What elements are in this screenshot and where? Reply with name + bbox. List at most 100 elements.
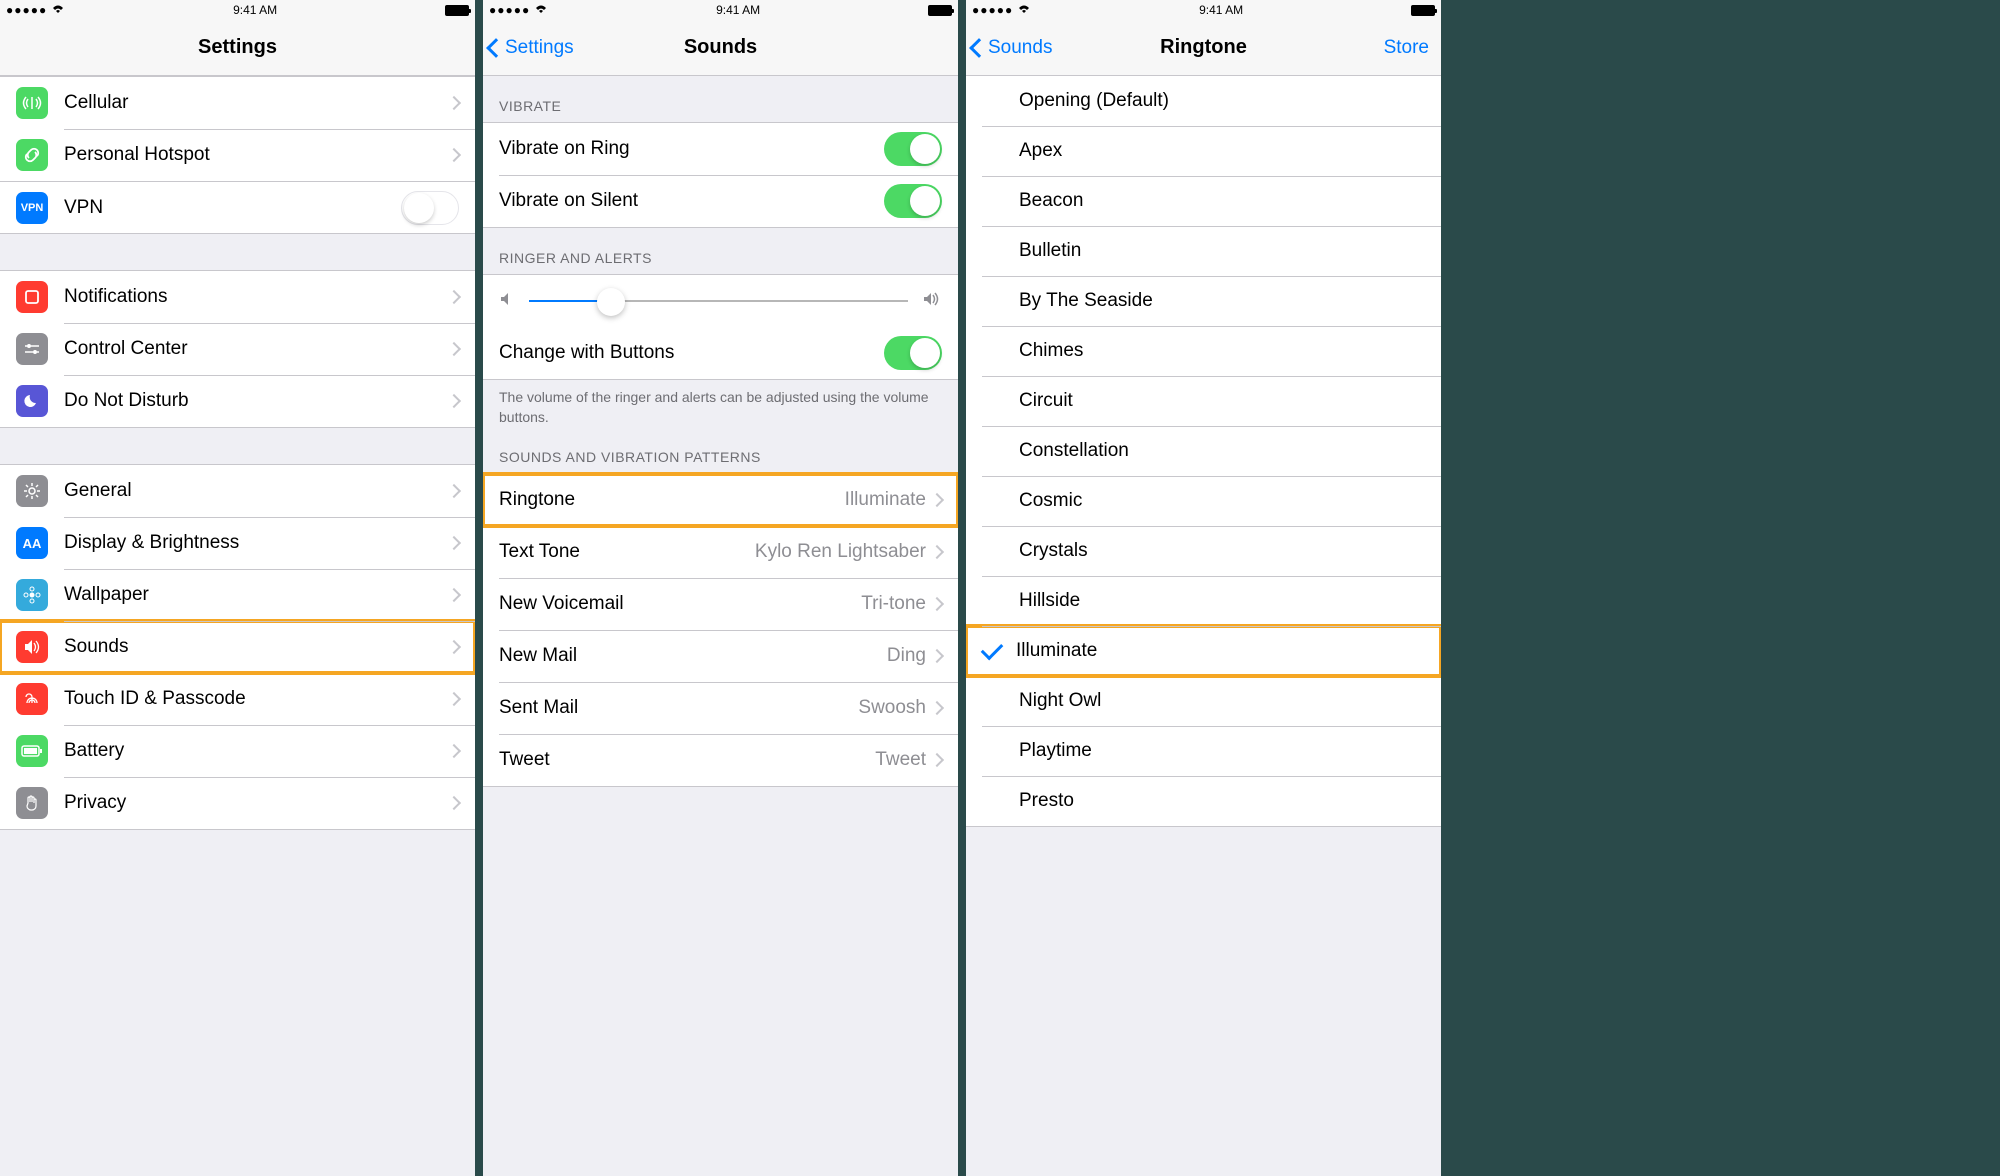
chevron-right-icon xyxy=(447,588,461,602)
signal-dots-icon: ●●●●● xyxy=(6,3,47,17)
finger-icon xyxy=(16,683,48,715)
gear-icon xyxy=(16,475,48,507)
row-label: Control Center xyxy=(64,338,449,360)
ringtone-label: Presto xyxy=(1019,790,1425,812)
volume-slider[interactable] xyxy=(529,286,908,316)
ringtone-label: Circuit xyxy=(1019,390,1425,412)
section-ringer: RINGER AND ALERTS xyxy=(483,228,958,274)
ringer-footer: The volume of the ringer and alerts can … xyxy=(483,380,958,439)
row-label: Vibrate on Ring xyxy=(499,138,884,160)
settings-row-notifications[interactable]: Notifications xyxy=(0,271,475,323)
ringtone-row-chimes[interactable]: Chimes xyxy=(966,326,1441,376)
battery-icon xyxy=(928,5,952,16)
sound-row-sent-mail[interactable]: Sent MailSwoosh xyxy=(483,682,958,734)
nav-bar: Sounds Ringtone Store xyxy=(966,20,1441,76)
settings-row-touch-id-passcode[interactable]: Touch ID & Passcode xyxy=(0,673,475,725)
settings-row-personal-hotspot[interactable]: Personal Hotspot xyxy=(0,129,475,181)
status-time: 9:41 AM xyxy=(716,3,760,17)
sound-row-new-mail[interactable]: New MailDing xyxy=(483,630,958,682)
ringtone-label: Opening (Default) xyxy=(1019,90,1425,112)
vpn-icon: VPN xyxy=(16,192,48,224)
chevron-right-icon xyxy=(447,796,461,810)
chevron-right-icon xyxy=(930,545,944,559)
signal-dots-icon: ●●●●● xyxy=(972,3,1013,17)
row-label: New Voicemail xyxy=(499,593,861,615)
back-button[interactable]: Settings xyxy=(489,37,574,59)
settings-row-wallpaper[interactable]: Wallpaper xyxy=(0,569,475,621)
square-icon xyxy=(16,281,48,313)
store-button[interactable]: Store xyxy=(1384,37,1429,59)
row-label: Text Tone xyxy=(499,541,755,563)
ringtone-row-by-the-seaside[interactable]: By The Seaside xyxy=(966,276,1441,326)
change-with-buttons-row[interactable]: Change with Buttons xyxy=(483,327,958,379)
vpn-toggle[interactable] xyxy=(401,191,459,225)
sound-row-new-voicemail[interactable]: New VoicemailTri-tone xyxy=(483,578,958,630)
vibrate-on-ring-row[interactable]: Vibrate on Ring xyxy=(483,123,958,175)
settings-row-sounds[interactable]: Sounds xyxy=(0,621,475,673)
ringtone-row-playtime[interactable]: Playtime xyxy=(966,726,1441,776)
chevron-right-icon xyxy=(447,394,461,408)
section-vibrate: VIBRATE xyxy=(483,76,958,122)
back-button[interactable]: Sounds xyxy=(972,37,1052,59)
chevron-right-icon xyxy=(447,744,461,758)
vpn-label: VPN xyxy=(64,197,401,219)
battery-icon xyxy=(445,5,469,16)
row-label: General xyxy=(64,480,449,502)
ringtone-screen: ●●●●● 9:41 AM Sounds Ringtone Store Open… xyxy=(966,0,1441,1176)
vibrate-on-ring-toggle[interactable] xyxy=(884,132,942,166)
ringtone-row-bulletin[interactable]: Bulletin xyxy=(966,226,1441,276)
chevron-right-icon xyxy=(447,148,461,162)
settings-row-cellular[interactable]: Cellular xyxy=(0,77,475,129)
status-bar: ●●●●● 9:41 AM xyxy=(966,0,1441,20)
chevron-left-icon xyxy=(969,38,989,58)
nav-title: Ringtone xyxy=(1160,36,1247,59)
ringtone-row-opening-default-[interactable]: Opening (Default) xyxy=(966,76,1441,126)
vibrate-on-silent-toggle[interactable] xyxy=(884,184,942,218)
ringtone-row-hillside[interactable]: Hillside xyxy=(966,576,1441,626)
change-with-buttons-toggle[interactable] xyxy=(884,336,942,370)
wifi-icon xyxy=(534,3,548,17)
wifi-icon xyxy=(51,3,65,17)
row-value: Tri-tone xyxy=(861,593,926,615)
battery-icon xyxy=(16,735,48,767)
status-bar: ●●●●● 9:41 AM xyxy=(483,0,958,20)
back-label: Settings xyxy=(505,37,574,59)
chevron-right-icon xyxy=(930,701,944,715)
row-label: Cellular xyxy=(64,92,449,114)
ringtone-row-apex[interactable]: Apex xyxy=(966,126,1441,176)
row-label: Vibrate on Silent xyxy=(499,190,884,212)
row-label: Tweet xyxy=(499,749,875,771)
row-label: Battery xyxy=(64,740,449,762)
ringtone-row-circuit[interactable]: Circuit xyxy=(966,376,1441,426)
hand-icon xyxy=(16,787,48,819)
ringtone-row-constellation[interactable]: Constellation xyxy=(966,426,1441,476)
settings-row-display-brightness[interactable]: AADisplay & Brightness xyxy=(0,517,475,569)
ringtone-label: Chimes xyxy=(1019,340,1425,362)
signal-dots-icon: ●●●●● xyxy=(489,3,530,17)
settings-row-general[interactable]: General xyxy=(0,465,475,517)
settings-row-battery[interactable]: Battery xyxy=(0,725,475,777)
ringtone-row-crystals[interactable]: Crystals xyxy=(966,526,1441,576)
ringtone-row-presto[interactable]: Presto xyxy=(966,776,1441,826)
status-time: 9:41 AM xyxy=(233,3,277,17)
vibrate-on-silent-row[interactable]: Vibrate on Silent xyxy=(483,175,958,227)
chevron-right-icon xyxy=(930,493,944,507)
sound-row-text-tone[interactable]: Text ToneKylo Ren Lightsaber xyxy=(483,526,958,578)
settings-row-privacy[interactable]: Privacy xyxy=(0,777,475,829)
vpn-row[interactable]: VPN VPN xyxy=(0,182,475,234)
ringtone-row-illuminate[interactable]: Illuminate xyxy=(966,626,1441,676)
ringtone-row-night-owl[interactable]: Night Owl xyxy=(966,676,1441,726)
row-label: Notifications xyxy=(64,286,449,308)
settings-row-do-not-disturb[interactable]: Do Not Disturb xyxy=(0,375,475,427)
nav-bar: Settings xyxy=(0,20,475,76)
ringtone-row-cosmic[interactable]: Cosmic xyxy=(966,476,1441,526)
aa-icon: AA xyxy=(16,527,48,559)
ringtone-label: Crystals xyxy=(1019,540,1425,562)
ringtone-row-beacon[interactable]: Beacon xyxy=(966,176,1441,226)
sound-row-ringtone[interactable]: RingtoneIlluminate xyxy=(483,474,958,526)
settings-row-control-center[interactable]: Control Center xyxy=(0,323,475,375)
row-label: Privacy xyxy=(64,792,449,814)
sound-row-tweet[interactable]: TweetTweet xyxy=(483,734,958,786)
sounds-screen: ●●●●● 9:41 AM Settings Sounds VIBRATE Vi… xyxy=(483,0,958,1176)
ringtone-label: Beacon xyxy=(1019,190,1425,212)
